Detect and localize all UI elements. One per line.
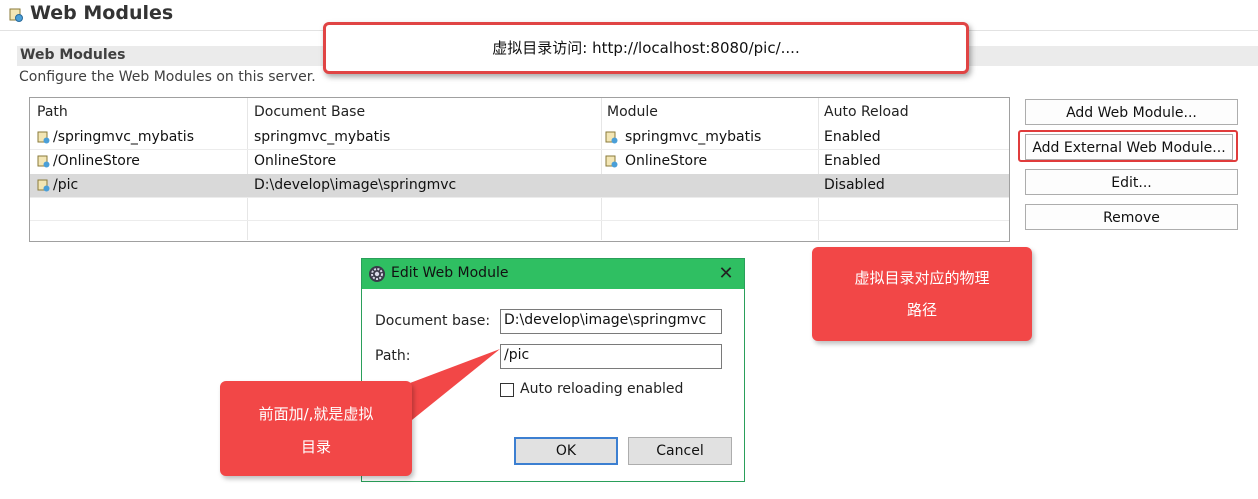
left-callout-pointer [402,349,500,428]
callout-text-line2: 目录 [300,438,331,456]
virtual-directory-callout: 前面加/,就是虚拟 目录 [220,381,412,476]
callout-text-line1: 前面加/,就是虚拟 [258,405,374,423]
